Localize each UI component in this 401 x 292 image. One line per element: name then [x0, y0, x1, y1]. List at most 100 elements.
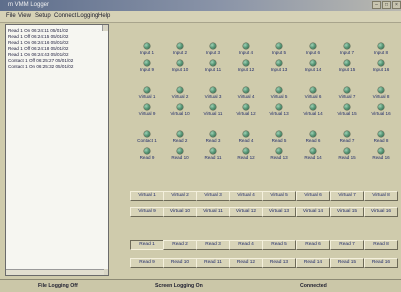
read-button[interactable]: Read 11 [196, 258, 230, 268]
log-entry[interactable]: Read 1 Off 06:24:15 05/01/02 [8, 34, 68, 39]
indicator-led-icon [177, 131, 183, 137]
virtual-button[interactable]: Virtual 11 [196, 207, 230, 217]
read-button[interactable]: Read 8 [364, 240, 398, 250]
indicator-led-icon [177, 60, 183, 66]
virtual-button[interactable]: Virtual 15 [330, 207, 364, 217]
read-button[interactable]: Read 1 [130, 240, 164, 250]
indicator-label: Virtual 8 [372, 94, 390, 99]
indicator-label: Virtual 10 [170, 111, 190, 116]
indicator-label: Read 8 [373, 138, 389, 143]
indicator-led-icon [378, 87, 384, 93]
virtual-button[interactable]: Virtual 7 [330, 191, 364, 201]
virtual-button[interactable]: Virtual 16 [364, 207, 398, 217]
read-button[interactable]: Read 7 [330, 240, 364, 250]
log-entry[interactable]: Read 1 Off 06:24:18 05/01/02 [8, 46, 68, 51]
indicator-label: Virtual 16 [371, 111, 391, 116]
read-button[interactable]: Read 10 [163, 258, 197, 268]
indicator-label: Virtual 6 [304, 94, 322, 99]
virtual-button[interactable]: Virtual 9 [130, 207, 164, 217]
maximize-button[interactable]: □ [382, 1, 391, 9]
indicator-led-icon [144, 104, 150, 110]
indicator-label: Virtual 11 [203, 111, 223, 116]
indicator-label: Virtual 9 [138, 111, 156, 116]
indicator-label: Virtual 2 [171, 94, 189, 99]
indicator-label: Virtual 14 [303, 111, 323, 116]
virtual-button[interactable]: Virtual 5 [262, 191, 296, 201]
read-button[interactable]: Read 3 [196, 240, 230, 250]
log-entry[interactable]: Read 1 On 06:24:11 05/01/02 [8, 28, 68, 33]
indicator-led-icon [276, 60, 282, 66]
indicator-led-icon [210, 60, 216, 66]
read-button[interactable]: Read 12 [229, 258, 263, 268]
virtual-button[interactable]: Virtual 4 [229, 191, 263, 201]
virtual-button[interactable]: Virtual 3 [196, 191, 230, 201]
indicator-label: Input 16 [372, 67, 390, 72]
indicator-led-icon [144, 87, 150, 93]
indicator-led-icon [344, 104, 350, 110]
indicator-led-icon [378, 148, 384, 154]
indicator-led-icon [310, 87, 316, 93]
indicator-label: Read 14 [304, 155, 322, 160]
read-button[interactable]: Read 4 [229, 240, 263, 250]
virtual-button[interactable]: Virtual 8 [364, 191, 398, 201]
indicator-led-icon [177, 104, 183, 110]
menu-connect[interactable]: Connect [54, 11, 76, 22]
virtual-button[interactable]: Virtual 1 [130, 191, 164, 201]
menu-setup[interactable]: Setup [35, 11, 51, 22]
virtual-button[interactable]: Virtual 13 [262, 207, 296, 217]
horizontal-scrollbar[interactable] [6, 269, 104, 275]
minimize-button[interactable]: – [372, 1, 381, 9]
log-list[interactable]: Read 1 On 06:24:11 05/01/02 Read 1 Off 0… [5, 24, 109, 276]
indicator-label: Read 11 [204, 155, 222, 160]
indicator-led-icon [210, 104, 216, 110]
indicator-led-icon [210, 87, 216, 93]
indicator-led-icon [210, 131, 216, 137]
read-button[interactable]: Read 16 [364, 258, 398, 268]
virtual-button[interactable]: Virtual 6 [296, 191, 330, 201]
indicator-led-icon [144, 60, 150, 66]
log-entry[interactable]: Contact 1 Off 06:25:27 05/01/02 [8, 58, 73, 63]
indicator-led-icon [310, 104, 316, 110]
indicator-label: Input 13 [270, 67, 288, 72]
indicator-label: Input 14 [304, 67, 322, 72]
read-button[interactable]: Read 13 [262, 258, 296, 268]
read-button[interactable]: Read 2 [163, 240, 197, 250]
menu-view[interactable]: View [18, 11, 31, 22]
close-button[interactable]: × [392, 1, 401, 9]
indicator-led-icon [310, 43, 316, 49]
menu-logging[interactable]: Logging [77, 11, 98, 22]
menu-help[interactable]: Help [98, 11, 110, 22]
indicator-led-icon [243, 87, 249, 93]
indicator-led-icon [243, 43, 249, 49]
virtual-button[interactable]: Virtual 10 [163, 207, 197, 217]
indicator-label: Read 2 [172, 138, 188, 143]
indicator-led-icon [276, 87, 282, 93]
indicator-led-icon [144, 131, 150, 137]
indicator-led-icon [276, 131, 282, 137]
read-button[interactable]: Read 6 [296, 240, 330, 250]
indicator-label: Read 16 [372, 155, 390, 160]
read-button[interactable]: Read 5 [262, 240, 296, 250]
virtual-button[interactable]: Virtual 14 [296, 207, 330, 217]
indicator-label: Read 9 [139, 155, 155, 160]
log-entry[interactable]: Read 1 On 06:24:43 05/01/02 [8, 52, 69, 57]
virtual-button[interactable]: Virtual 12 [229, 207, 263, 217]
menu-file[interactable]: File [6, 11, 16, 22]
read-button[interactable]: Read 14 [296, 258, 330, 268]
indicator-label: Read 4 [238, 138, 254, 143]
log-entry[interactable]: Read 1 On 06:24:16 05/01/02 [8, 40, 69, 45]
scroll-up-arrow[interactable] [102, 25, 108, 31]
indicator-led-icon [243, 60, 249, 66]
indicator-label: Contact 1 [137, 138, 157, 143]
indicator-led-icon [310, 131, 316, 137]
indicator-led-icon [344, 131, 350, 137]
virtual-button[interactable]: Virtual 2 [163, 191, 197, 201]
indicator-label: Input 3 [205, 50, 221, 55]
indicator-led-icon [310, 148, 316, 154]
indicator-label: Virtual 15 [337, 111, 357, 116]
read-button[interactable]: Read 15 [330, 258, 364, 268]
read-button[interactable]: Read 9 [130, 258, 164, 268]
indicator-label: Read 13 [270, 155, 288, 160]
indicator-led-icon [210, 148, 216, 154]
log-entry[interactable]: Contact 1 On 06:25:32 05/01/02 [8, 64, 73, 69]
